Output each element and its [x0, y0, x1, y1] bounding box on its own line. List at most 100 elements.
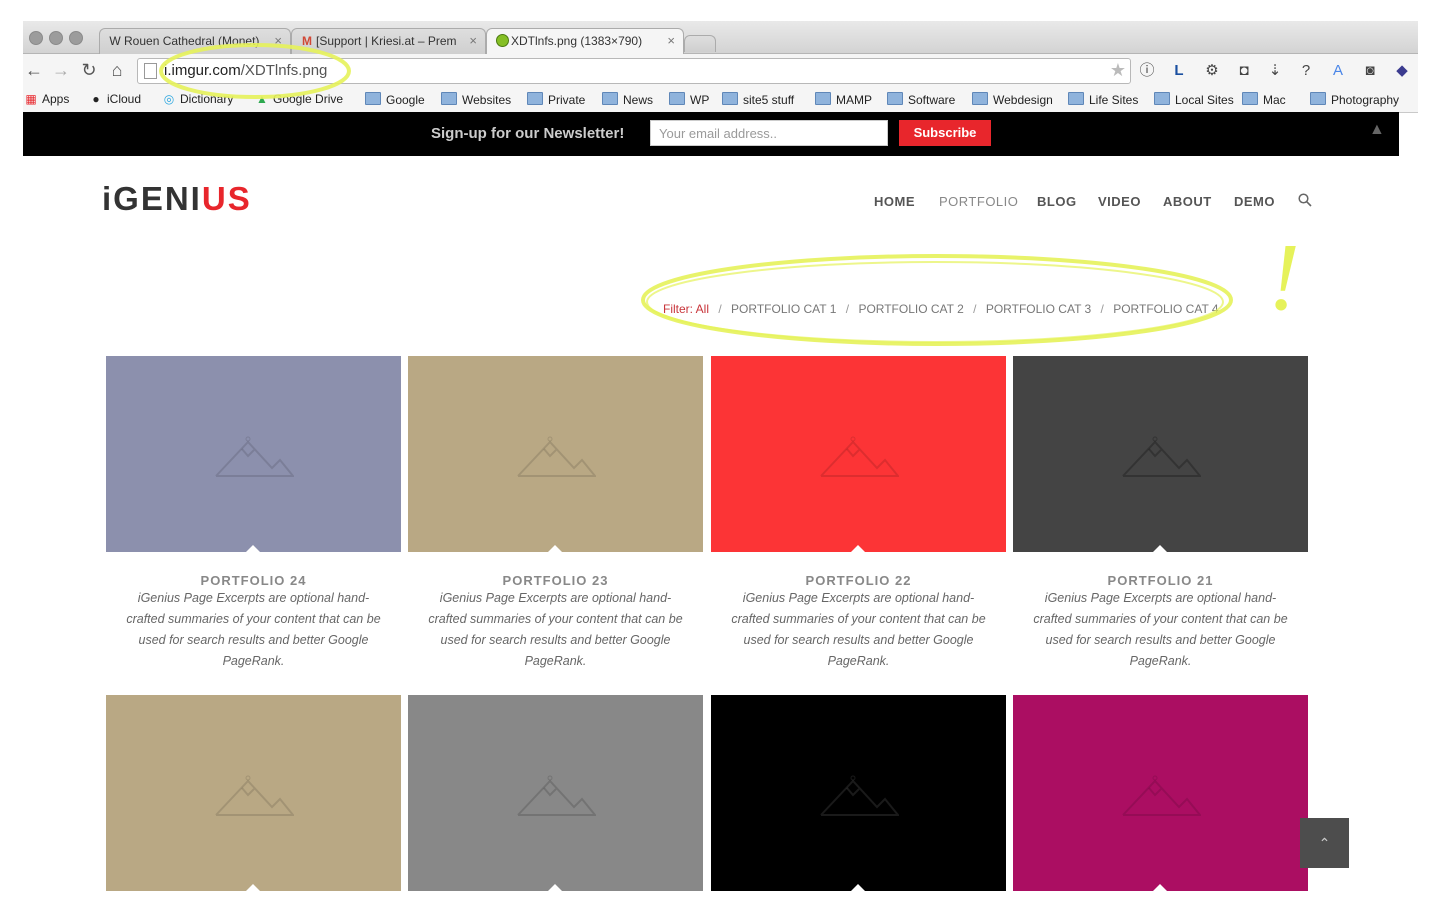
zoom-window-button[interactable]: [69, 31, 83, 45]
portfolio-excerpt: iGenius Page Excerpts are optional hand-…: [428, 591, 683, 668]
portfolio-thumb-18[interactable]: [711, 695, 1006, 891]
subscribe-button[interactable]: Subscribe: [899, 120, 991, 146]
bookmark-dictionary[interactable]: ◎ Dictionary: [163, 92, 234, 106]
pocket-icon[interactable]: ◘: [1234, 61, 1254, 81]
portfolio-title[interactable]: PORTFOLIO 24: [106, 573, 401, 588]
portfolio-excerpt: iGenius Page Excerpts are optional hand-…: [731, 591, 986, 668]
tab-strip: W Rouen Cathedral (Monet) × M [Support |…: [23, 21, 1418, 55]
portfolio-caption-24: PORTFOLIO 24 iGenius Page Excerpts are o…: [106, 573, 401, 672]
mountain-placeholder-icon: [517, 775, 596, 816]
bookmark-folder-mamp[interactable]: MAMP: [815, 92, 872, 107]
collapse-newsletter-icon[interactable]: ▲: [1369, 121, 1385, 139]
tile-notch: [246, 545, 260, 552]
folder-icon: [669, 92, 685, 105]
newsletter-email-input[interactable]: [650, 120, 888, 146]
filter-label: Filter:: [663, 302, 693, 316]
filter-cat-2[interactable]: PORTFOLIO CAT 2: [858, 302, 963, 316]
folder-icon: [1242, 92, 1258, 105]
address-bar[interactable]: i.imgur.com/XDTlnfs.png ★: [137, 58, 1131, 84]
bookmark-folder-webdesign[interactable]: Webdesign: [972, 92, 1053, 107]
lastpass-icon[interactable]: L: [1169, 61, 1189, 81]
filter-cat-3[interactable]: PORTFOLIO CAT 3: [986, 302, 1091, 316]
portfolio-thumb-22[interactable]: [711, 356, 1006, 552]
filter-separator: /: [845, 302, 850, 316]
bookmark-google-drive[interactable]: ▲ Google Drive: [256, 92, 343, 106]
nav-home[interactable]: HOME: [874, 194, 915, 209]
bookmark-folder-google[interactable]: Google: [365, 92, 425, 107]
filter-separator: /: [718, 302, 722, 316]
tab-rouen-cathedral[interactable]: W Rouen Cathedral (Monet) ×: [99, 28, 291, 54]
close-window-button[interactable]: [29, 31, 43, 45]
bookmark-apps[interactable]: ▦ Apps: [25, 92, 69, 106]
bookmark-icloud[interactable]: ● iCloud: [90, 92, 141, 106]
filter-cat-1[interactable]: PORTFOLIO CAT 1: [731, 302, 836, 316]
portfolio-title[interactable]: PORTFOLIO 23: [408, 573, 703, 588]
translate-icon[interactable]: A: [1328, 61, 1348, 81]
folder-icon: [722, 92, 738, 105]
tab-close-icon[interactable]: ×: [469, 33, 477, 48]
mountain-placeholder-icon: [820, 436, 899, 477]
tab-close-icon[interactable]: ×: [274, 33, 282, 48]
filter-cat-4[interactable]: PORTFOLIO CAT 4: [1113, 302, 1218, 316]
tab-xdtlnfs-png[interactable]: XDTlnfs.png (1383×790) ×: [486, 28, 684, 55]
portfolio-thumb-19[interactable]: [408, 695, 703, 891]
newsletter-bar: Sign-up for our Newsletter! Subscribe ▲: [23, 112, 1399, 156]
camera-extension-icon[interactable]: ◙: [1360, 61, 1380, 81]
tab-support-kriesi[interactable]: M [Support | Kriesi.at – Prem ×: [291, 28, 486, 54]
imgur-icon: [495, 34, 509, 48]
portfolio-excerpt: iGenius Page Excerpts are optional hand-…: [1033, 591, 1288, 668]
mountain-placeholder-icon: [517, 436, 596, 477]
portfolio-thumb-17[interactable]: [1013, 695, 1308, 891]
nav-video[interactable]: VIDEO: [1098, 194, 1141, 209]
portfolio-thumb-24[interactable]: [106, 356, 401, 552]
bookmark-folder-local-sites[interactable]: Local Sites: [1154, 92, 1234, 107]
folder-icon: [527, 92, 543, 105]
bookmark-folder-wp[interactable]: WP: [669, 92, 709, 107]
nav-demo[interactable]: DEMO: [1234, 194, 1275, 209]
bookmark-folder-life-sites[interactable]: Life Sites: [1068, 92, 1138, 107]
filter-highlight-ellipse: [641, 254, 1233, 346]
tab-close-icon[interactable]: ×: [667, 33, 675, 48]
nav-blog[interactable]: BLOG: [1037, 194, 1077, 209]
portfolio-filter: Filter: All / PORTFOLIO CAT 1 / PORTFOLI…: [663, 302, 1219, 316]
bookmark-folder-websites[interactable]: Websites: [441, 92, 511, 107]
bookmark-folder-mac[interactable]: Mac: [1242, 92, 1286, 107]
bookmark-folder-news[interactable]: News: [602, 92, 653, 107]
mountain-placeholder-icon: [820, 775, 899, 816]
colorpicker-extension-icon[interactable]: ◆: [1392, 61, 1412, 81]
bookmark-folder-site5[interactable]: site5 stuff: [722, 92, 794, 107]
search-icon[interactable]: [1298, 193, 1312, 207]
bookmark-folder-photography[interactable]: Photography: [1310, 92, 1399, 107]
portfolio-title[interactable]: PORTFOLIO 22: [711, 573, 1006, 588]
portfolio-title[interactable]: PORTFOLIO 21: [1013, 573, 1308, 588]
bookmark-folder-software[interactable]: Software: [887, 92, 955, 107]
portfolio-thumb-20[interactable]: [106, 695, 401, 891]
gear-icon[interactable]: ⚙: [1202, 61, 1222, 81]
filter-all[interactable]: All: [696, 302, 709, 316]
tile-notch: [851, 884, 865, 891]
download-extension-icon[interactable]: ⇣: [1265, 61, 1285, 81]
minimize-window-button[interactable]: [49, 31, 63, 45]
back-icon[interactable]: ←: [23, 60, 45, 80]
forward-icon[interactable]: →: [50, 60, 72, 80]
portfolio-thumb-23[interactable]: [408, 356, 703, 552]
portfolio-thumb-21[interactable]: [1013, 356, 1308, 552]
bookmark-folder-private[interactable]: Private: [527, 92, 585, 107]
new-tab-button[interactable]: [684, 35, 716, 52]
nav-portfolio[interactable]: PORTFOLIO: [939, 194, 1018, 209]
filter-separator: /: [1100, 302, 1104, 316]
filter-separator: /: [973, 302, 977, 316]
help-extension-icon[interactable]: ?: [1296, 61, 1316, 81]
browser-toolbar: ← → ↻ ⌂ i.imgur.com/XDTlnfs.png ★ ⓘ L ⚙ …: [23, 54, 1418, 88]
tile-notch: [1153, 884, 1167, 891]
site-logo[interactable]: iGENIUS: [102, 180, 252, 218]
reload-icon[interactable]: ↻: [78, 60, 100, 80]
folder-icon: [1068, 92, 1084, 105]
apple-icon: ●: [92, 92, 100, 106]
scroll-to-top-button[interactable]: ⌃: [1300, 818, 1349, 868]
home-icon[interactable]: ⌂: [106, 60, 128, 80]
portfolio-caption-23: PORTFOLIO 23 iGenius Page Excerpts are o…: [408, 573, 703, 672]
nav-about[interactable]: ABOUT: [1163, 194, 1212, 209]
info-extension-icon[interactable]: ⓘ: [1137, 61, 1157, 81]
bookmark-star-icon[interactable]: ★: [1110, 60, 1126, 81]
